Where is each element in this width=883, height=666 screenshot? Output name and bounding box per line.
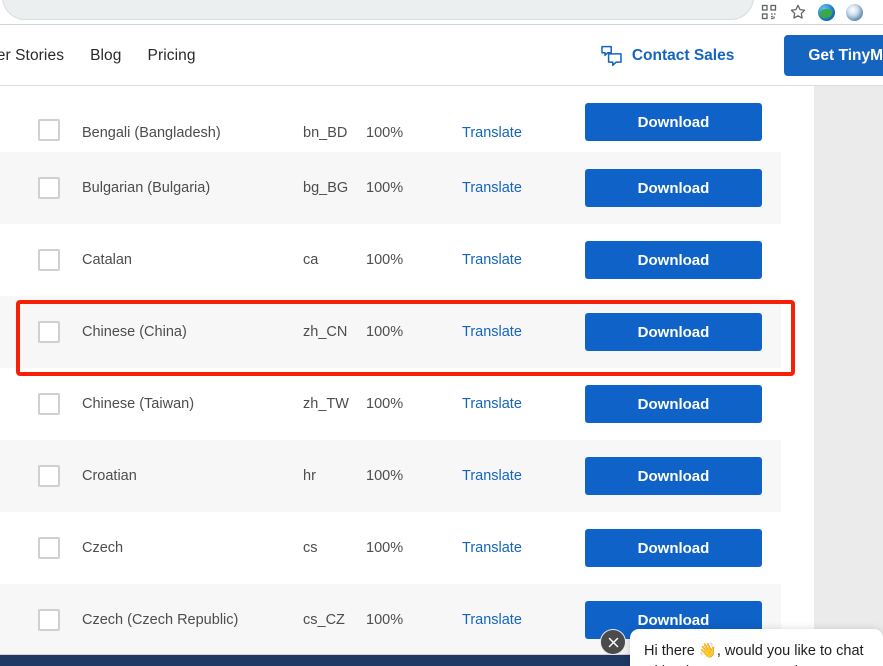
language-code: hr [303, 468, 316, 484]
download-button[interactable]: Download [585, 103, 762, 141]
download-cell: Download [585, 385, 781, 423]
table-row: Czech cs 100% Translate Download [0, 512, 781, 584]
get-tinymce-button[interactable]: Get TinyM [784, 35, 883, 76]
address-bar[interactable] [2, 0, 754, 20]
translation-progress: 100% [366, 324, 404, 340]
translate-link[interactable]: Translate [462, 180, 585, 196]
row-checkbox[interactable] [38, 177, 60, 199]
nav-item-pricing[interactable]: Pricing [148, 47, 196, 65]
row-checkbox[interactable] [38, 249, 60, 271]
translate-link[interactable]: Translate [462, 540, 585, 556]
download-button[interactable]: Download [585, 313, 762, 351]
contact-sales-link[interactable]: Contact Sales [600, 45, 735, 67]
page-gutter [814, 86, 883, 655]
row-select-cell [0, 177, 82, 199]
table-row: Catalan ca 100% Translate Download [0, 224, 781, 296]
language-name: Chinese (China) [82, 324, 187, 340]
translation-progress: 100% [366, 468, 404, 484]
row-select-cell [0, 249, 82, 271]
row-checkbox[interactable] [38, 537, 60, 559]
main-navigation: ner Stories Blog Pricing [0, 25, 196, 86]
language-code: bn_BD [303, 125, 348, 141]
translate-link[interactable]: Translate [462, 468, 585, 484]
translate-link[interactable]: Translate [462, 612, 585, 628]
language-name: Bulgarian (Bulgaria) [82, 180, 211, 196]
translate-link[interactable]: Translate [462, 252, 585, 268]
download-button[interactable]: Download [585, 169, 762, 207]
translation-progress: 100% [366, 180, 404, 196]
download-cell: Download [585, 169, 781, 207]
translation-progress: 100% [366, 540, 404, 556]
row-checkbox[interactable] [38, 393, 60, 415]
extension-swirl-icon[interactable] [846, 3, 863, 21]
browser-toolbar-icons [754, 0, 863, 24]
row-select-cell [0, 465, 82, 487]
translation-progress: 100% [366, 612, 404, 628]
download-button[interactable]: Download [585, 385, 762, 423]
download-button[interactable]: Download [585, 457, 762, 495]
translate-link[interactable]: Translate [462, 125, 585, 141]
row-select-cell [0, 609, 82, 631]
language-code: zh_CN [303, 324, 348, 340]
nav-item-customer-stories[interactable]: ner Stories [0, 47, 64, 65]
browser-window: ner Stories Blog Pricing Contact Sales G… [0, 0, 883, 666]
language-name: Catalan [82, 252, 132, 268]
row-select-cell [0, 537, 82, 559]
site-header: ner Stories Blog Pricing Contact Sales G… [0, 25, 883, 86]
translate-link[interactable]: Translate [462, 396, 585, 412]
page-content: Bengali (Bangladesh) bn_BD 100% Translate Do… [0, 86, 814, 655]
header-actions: Contact Sales Get TinyM [600, 25, 883, 86]
translation-progress: 100% [366, 396, 404, 412]
contact-sales-label: Contact Sales [631, 46, 735, 64]
translation-progress: 100% [366, 252, 404, 268]
language-code: ca [303, 252, 319, 268]
translate-link[interactable]: Translate [462, 324, 585, 340]
bookmark-star-icon[interactable] [789, 3, 807, 21]
translation-progress: 100% [366, 125, 404, 141]
table-row: Bulgarian (Bulgaria) bg_BG 100% Translate Do… [0, 152, 781, 224]
chat-bubbles-icon [600, 45, 623, 67]
chat-widget: Hi there 👋, would you like to chat with … [600, 629, 883, 666]
language-code: cs [303, 540, 318, 556]
download-cell: Download [585, 529, 781, 567]
table-row: Bengali (Bangladesh) bn_BD 100% Translate Do… [0, 86, 781, 152]
table-row: Chinese (Taiwan) zh_TW 100% Translate Downlo… [0, 368, 781, 440]
language-name: Croatian [82, 468, 137, 484]
extension-globe-icon[interactable] [818, 3, 835, 21]
row-checkbox[interactable] [38, 465, 60, 487]
language-code: cs_CZ [303, 612, 345, 628]
row-select-cell [0, 119, 82, 141]
download-cell: Download [585, 241, 781, 279]
chat-message[interactable]: Hi there 👋, would you like to chat with … [630, 629, 883, 666]
download-button[interactable]: Download [585, 529, 762, 567]
language-table: Bengali (Bangladesh) bn_BD 100% Translate Do… [0, 86, 814, 655]
browser-toolbar [0, 0, 883, 25]
nav-item-blog[interactable]: Blog [90, 47, 121, 65]
download-button[interactable]: Download [585, 241, 762, 279]
row-checkbox[interactable] [38, 321, 60, 343]
row-checkbox[interactable] [38, 119, 60, 141]
row-checkbox[interactable] [38, 609, 60, 631]
chat-close-icon[interactable] [600, 629, 626, 655]
language-name: Bengali (Bangladesh) [82, 125, 221, 141]
qr-code-icon[interactable] [760, 3, 778, 21]
language-name: Czech (Czech Republic) [82, 612, 239, 628]
row-select-cell [0, 393, 82, 415]
row-select-cell [0, 321, 82, 343]
language-name: Czech [82, 540, 124, 556]
language-name: Chinese (Taiwan) [82, 396, 195, 412]
language-code: zh_TW [303, 396, 349, 412]
language-code: bg_BG [303, 180, 349, 196]
download-cell: Download [585, 313, 781, 351]
download-cell: Download [585, 457, 781, 495]
table-row: Chinese (China) zh_CN 100% Translate Downloa… [0, 296, 781, 368]
table-row: Croatian hr 100% Translate Download [0, 440, 781, 512]
download-cell: Download [585, 103, 781, 141]
